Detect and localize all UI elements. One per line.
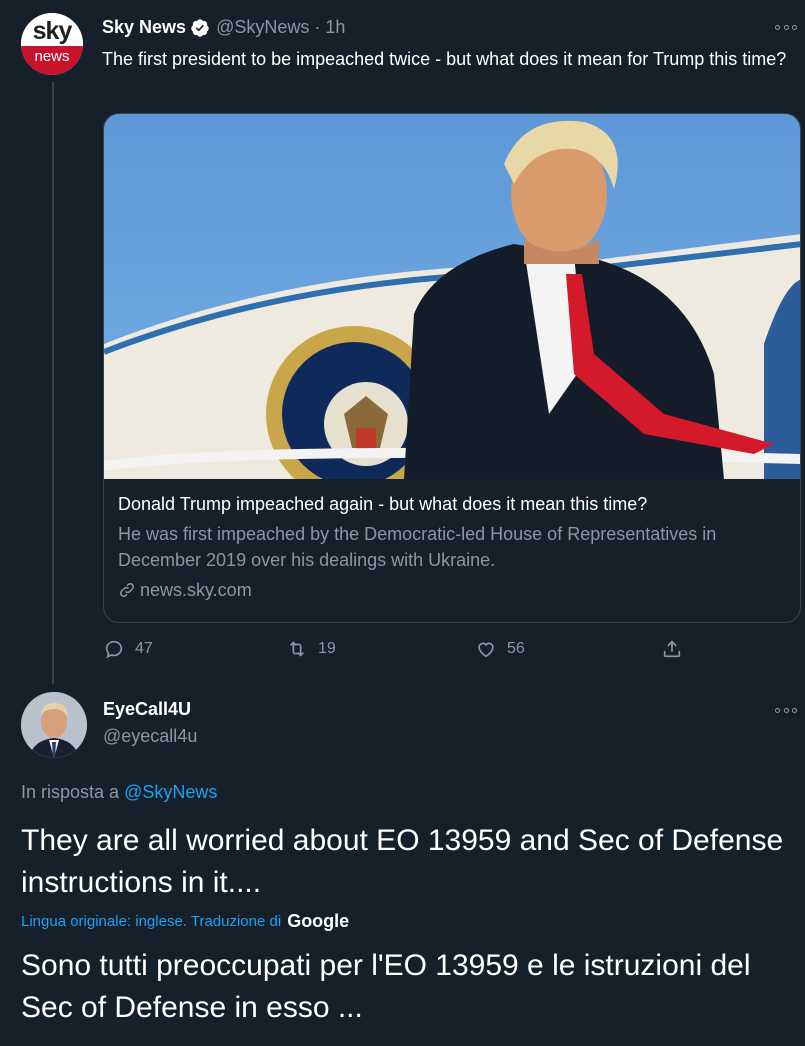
reply-icon (105, 640, 123, 659)
card-domain: news.sky.com (118, 577, 786, 603)
reply-author-handle[interactable]: @eyecall4u (103, 726, 197, 747)
link-card[interactable]: Donald Trump impeached again - but what … (103, 113, 801, 623)
card-description: He was first impeached by the Democratic… (118, 524, 717, 570)
in-reply-to: In risposta a @SkyNews (21, 782, 217, 803)
card-image (104, 114, 800, 479)
card-title: Donald Trump impeached again - but what … (118, 494, 648, 514)
tweet-header: Sky News @SkyNews · 1h (102, 17, 345, 38)
retweet-button[interactable]: 19 (286, 638, 336, 660)
in-reply-prefix: In risposta a (21, 782, 120, 802)
translation-provider: Google (287, 911, 350, 931)
share-button[interactable] (661, 638, 683, 660)
reply-text: They are all worried about EO 13959 and … (21, 824, 784, 899)
author-name[interactable]: Sky News (102, 17, 186, 38)
reply-author-name[interactable]: EyeCall4U (103, 699, 191, 720)
sky-news-avatar[interactable]: sky news (21, 13, 83, 75)
tweet-time[interactable]: 1h (325, 17, 345, 38)
like-button[interactable]: 56 (475, 638, 525, 660)
retweet-icon (289, 641, 305, 657)
link-icon (119, 582, 135, 598)
tweet-text: The first president to be impeached twic… (102, 49, 787, 69)
translation-note-text[interactable]: Lingua originale: inglese. Traduzione di (21, 913, 281, 930)
more-options-icon[interactable] (775, 23, 797, 31)
share-icon (663, 640, 681, 658)
reply-avatar[interactable] (21, 692, 87, 758)
avatar-logo-bottom: news (21, 46, 83, 75)
thread-line (52, 82, 54, 684)
avatar-logo-top: sky (21, 13, 83, 46)
translated-text: Sono tutti preoccupati per l'EO 13959 e … (21, 949, 751, 1024)
reply-count: 47 (135, 640, 153, 657)
in-reply-handle-link[interactable]: @SkyNews (124, 782, 217, 802)
verified-badge-icon (191, 18, 209, 37)
more-options-icon[interactable] (775, 706, 797, 714)
author-handle[interactable]: @SkyNews (216, 17, 309, 38)
like-count: 56 (507, 640, 525, 657)
translation-note: Lingua originale: inglese. Traduzione di… (21, 911, 349, 932)
reply-button[interactable]: 47 (103, 638, 153, 660)
card-domain-text: news.sky.com (140, 580, 252, 600)
tweet-actions: 47 19 56 (103, 638, 703, 664)
time-separator: · (314, 17, 321, 37)
retweet-count: 19 (318, 640, 336, 657)
like-icon (478, 642, 494, 658)
